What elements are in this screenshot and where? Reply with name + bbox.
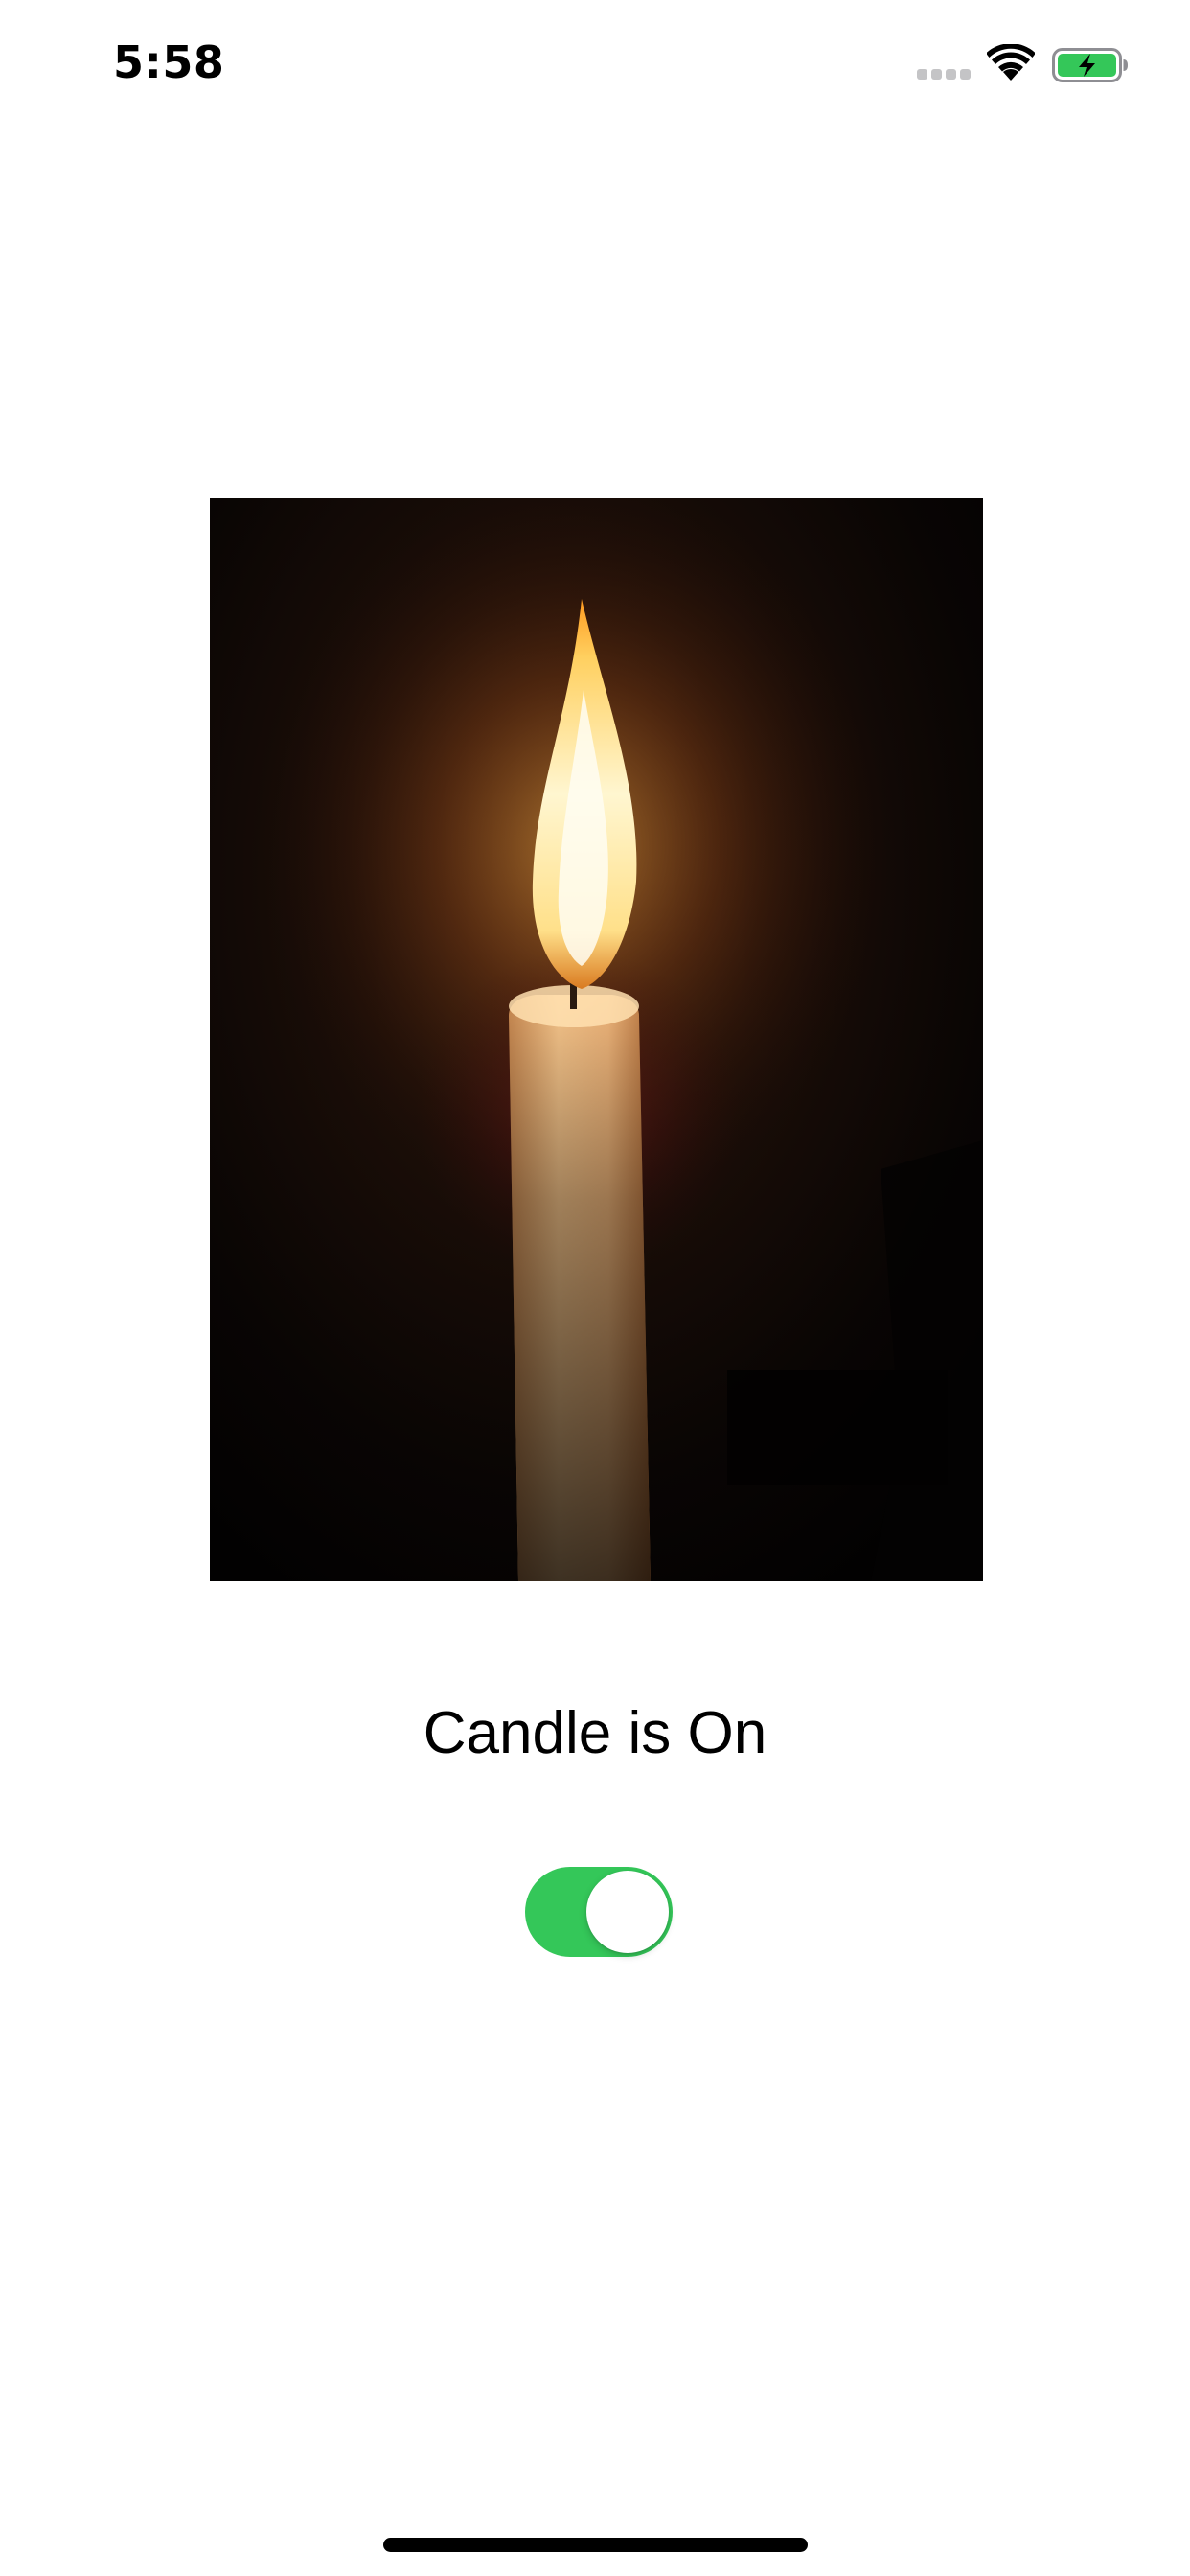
status-bar: 5:58 (0, 0, 1190, 126)
wifi-icon (986, 43, 1036, 82)
candle-photo (210, 498, 983, 1581)
status-time: 5:58 (113, 36, 225, 88)
battery-charging-icon (1052, 48, 1129, 82)
candle-status-label: Candle is On (423, 1700, 767, 1766)
home-indicator[interactable] (383, 2538, 808, 2552)
cellular-signal-icon (917, 69, 971, 80)
candle-toggle[interactable] (525, 1867, 673, 1957)
toggle-knob (586, 1871, 669, 1953)
